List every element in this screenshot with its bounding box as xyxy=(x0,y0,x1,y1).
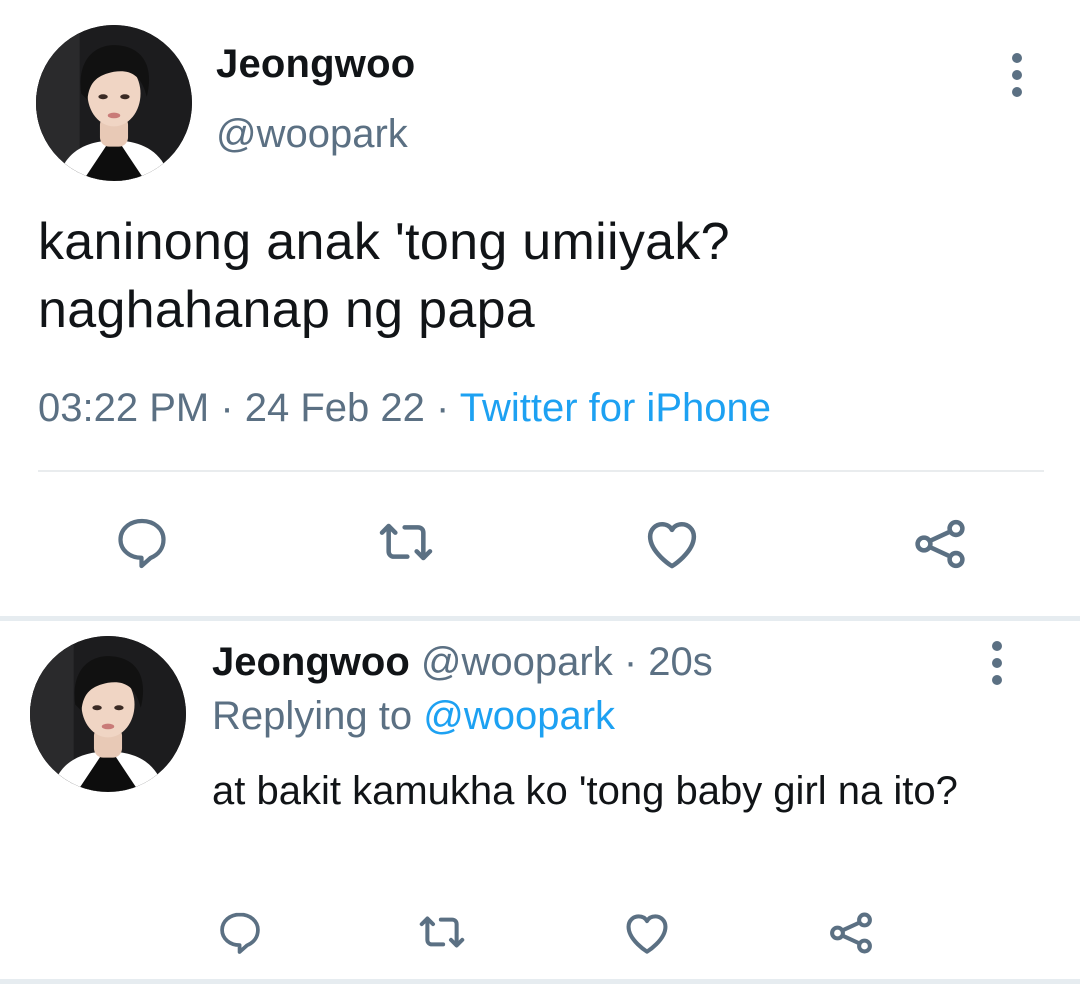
reply-button[interactable] xyxy=(108,508,176,576)
tweet-text: kaninong anak 'tong umiiyak? naghahanap … xyxy=(38,208,1038,344)
tweet-date: 24 Feb 22 xyxy=(244,386,425,430)
retweet-button[interactable] xyxy=(412,904,472,960)
reply-age: 20s xyxy=(648,640,713,684)
tweet-time: 03:22 PM xyxy=(38,386,210,430)
retweet-icon xyxy=(379,523,433,561)
meta-separator: · xyxy=(424,386,460,430)
more-vertical-icon[interactable] xyxy=(1002,50,1032,100)
heart-icon xyxy=(647,522,697,569)
tweet-text-line: kaninong anak 'tong umiiyak? xyxy=(38,213,730,271)
share-icon xyxy=(830,912,872,954)
section-divider xyxy=(0,979,1080,984)
tweet-text-line: naghahanap ng papa xyxy=(38,281,536,339)
retweet-icon xyxy=(419,916,465,948)
reply-bubble-icon xyxy=(220,912,260,954)
section-divider xyxy=(0,616,1080,621)
meta-separator: · xyxy=(612,640,649,684)
tweet-meta: 03:22 PM · 24 Feb 22 · Twitter for iPhon… xyxy=(38,386,771,431)
avatar[interactable] xyxy=(30,636,186,792)
reply-author-name[interactable]: Jeongwoo xyxy=(212,640,410,684)
author-handle[interactable]: @woopark xyxy=(216,112,408,157)
meta-separator: · xyxy=(209,386,245,430)
share-button[interactable] xyxy=(904,508,976,580)
replying-mention-link[interactable]: @woopark xyxy=(423,694,615,738)
heart-icon xyxy=(626,914,668,954)
like-button[interactable] xyxy=(618,904,676,962)
avatar-photo xyxy=(30,636,186,792)
avatar[interactable] xyxy=(36,25,192,181)
replying-to: Replying to @woopark xyxy=(212,694,615,739)
author-display-name[interactable]: Jeongwoo xyxy=(216,42,415,87)
reply-button[interactable] xyxy=(212,904,268,960)
like-button[interactable] xyxy=(636,508,708,580)
reply-author-handle[interactable]: @woopark xyxy=(421,640,613,684)
share-button[interactable] xyxy=(822,904,880,962)
more-vertical-icon[interactable] xyxy=(982,638,1012,688)
reply-header: Jeongwoo @woopark · 20s xyxy=(212,640,713,685)
divider xyxy=(38,470,1044,472)
retweet-button[interactable] xyxy=(368,508,444,576)
reply-bubble-icon xyxy=(118,518,166,569)
avatar-photo xyxy=(36,25,192,181)
share-icon xyxy=(915,519,965,569)
reply-text: at bakit kamukha ko 'tong baby girl na i… xyxy=(212,769,958,813)
tweet-source-link[interactable]: Twitter for iPhone xyxy=(460,386,771,430)
replying-label: Replying to xyxy=(212,694,424,738)
